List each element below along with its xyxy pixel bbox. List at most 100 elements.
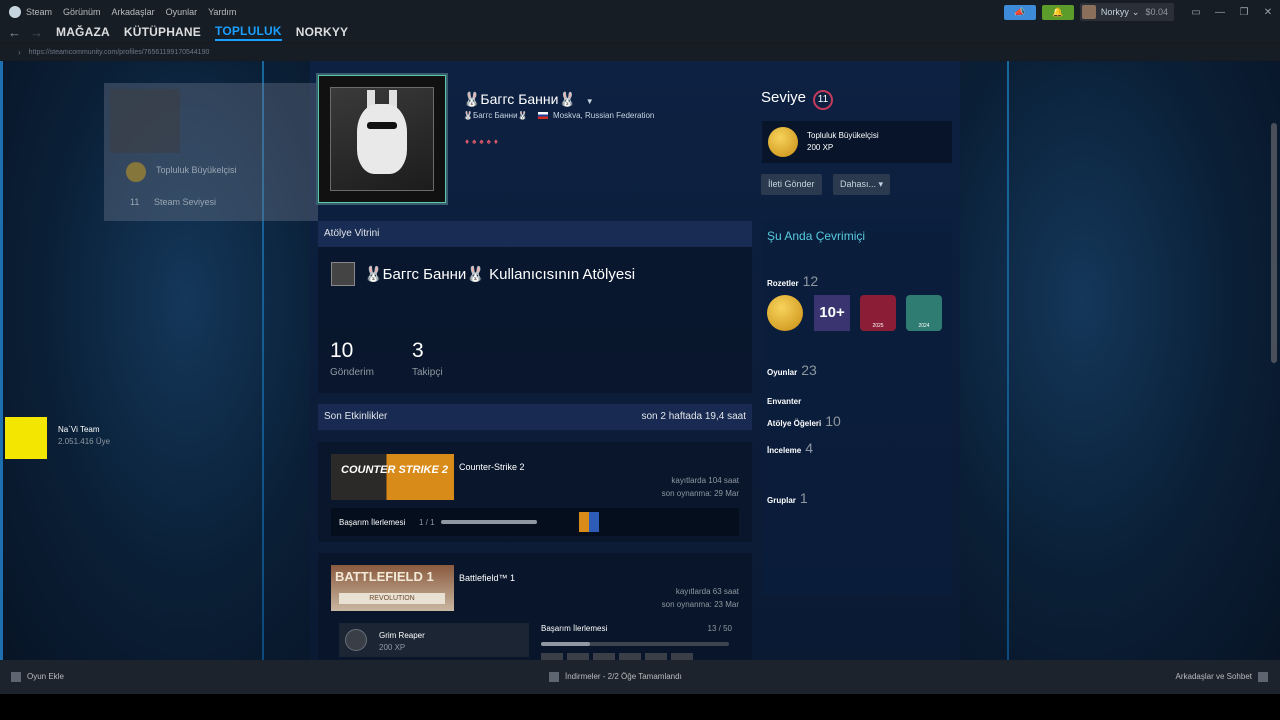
- background-edge: [0, 61, 3, 660]
- game-name[interactable]: Battlefield™ 1: [459, 573, 515, 583]
- url-arrow-icon: ›: [18, 47, 21, 57]
- ghost-avatar: [110, 89, 180, 153]
- achievement-label: Başarım İlerlemesi: [339, 518, 406, 527]
- groups-label: Gruplar: [767, 496, 796, 505]
- years-service-badge[interactable]: 10+: [814, 295, 850, 331]
- groups-link[interactable]: Gruplar 1: [767, 490, 808, 506]
- monitor-icon[interactable]: ▭: [1184, 7, 1208, 18]
- chat-icon: [1258, 672, 1268, 682]
- menu-friends[interactable]: Arkadaşlar: [112, 7, 155, 17]
- menu-steam[interactable]: Steam: [26, 7, 52, 17]
- menu-view[interactable]: Görünüm: [63, 7, 101, 17]
- reviews-link[interactable]: İnceleme 4: [767, 440, 813, 456]
- bell-icon[interactable]: 🔔: [1041, 4, 1074, 20]
- grim-reaper-icon: [345, 629, 367, 651]
- group-members: 2.051.416 Üye: [58, 437, 111, 446]
- achievement-icon[interactable]: [619, 653, 641, 660]
- workshop-title[interactable]: 🐰Баггс Банни🐰 Kullanıcısının Atölyesi: [364, 265, 635, 283]
- minimize-icon[interactable]: —: [1208, 7, 1232, 18]
- recent-activity-title: Son Etkinlikler: [324, 411, 388, 422]
- profile-page: Topluluk Büyükelçisi 11 Steam Seviyesi 🐰…: [0, 61, 1280, 660]
- avatar: [1081, 5, 1096, 19]
- coin-badge-icon[interactable]: [767, 295, 803, 331]
- account-menu[interactable]: Norkyy ⌄ $0.04: [1079, 3, 1174, 21]
- scrollbar-thumb[interactable]: [1271, 123, 1277, 363]
- profile-name[interactable]: 🐰Баггс Банни🐰 ▼: [463, 91, 594, 108]
- steam-2024-badge[interactable]: 2024: [906, 295, 942, 331]
- recent-activity-hours: son 2 haftada 19,4 saat: [641, 411, 746, 422]
- inventory-link[interactable]: Envanter: [767, 397, 801, 406]
- chevron-down-icon: ⌄: [1131, 6, 1140, 17]
- wallet-balance: $0.04: [1145, 7, 1168, 17]
- followers-label: Takipçi: [412, 367, 443, 378]
- profile-real-name: 🐰Баггс Банни🐰: [463, 111, 528, 120]
- achievement-icon[interactable]: [593, 653, 615, 660]
- nav-community[interactable]: TOPLULUK: [215, 24, 282, 41]
- menu-help[interactable]: Yardım: [208, 7, 236, 17]
- online-status: Şu Anda Çevrimiçi: [767, 229, 866, 243]
- workshop-avatar[interactable]: [331, 262, 355, 286]
- friends-chat-label: Arkadaşlar ve Sohbet: [1175, 672, 1253, 682]
- nav-library[interactable]: KÜTÜPHANE: [124, 25, 201, 39]
- background-beam: [1007, 61, 1009, 660]
- footer-bar: Oyun Ekle İndirmeler - 2/2 Öğe Tamamland…: [0, 660, 1280, 694]
- achievement-icon[interactable]: [541, 653, 563, 660]
- workshop-items-link[interactable]: Atölye Öğeleri 10: [767, 413, 841, 429]
- workshop-items-count: 10: [825, 413, 841, 429]
- rare-achievement[interactable]: Grim Reaper 200 XP: [339, 623, 529, 657]
- achievement-progress[interactable]: Başarım İlerlemesi 1 / 1: [331, 508, 739, 536]
- submissions-stat[interactable]: 10 Gönderim: [330, 339, 374, 378]
- sunglasses: [367, 122, 397, 129]
- profile-avatar[interactable]: [316, 73, 448, 205]
- achievement-progress-bar[interactable]: [541, 642, 729, 646]
- game-last-played: son oynanma: 29 Mar: [661, 489, 739, 498]
- game-capsule[interactable]: COUNTER STRIKE 2: [331, 454, 454, 500]
- menu-games[interactable]: Oyunlar: [166, 7, 198, 17]
- group-logo[interactable]: [5, 417, 47, 459]
- rare-achievement-xp: 200 XP: [379, 643, 406, 652]
- downloads-status[interactable]: İndirmeler - 2/2 Öğe Tamamlandı: [549, 672, 682, 682]
- games-link[interactable]: Oyunlar 23: [767, 362, 817, 378]
- forward-arrow-icon[interactable]: →: [30, 25, 44, 40]
- badge-year: 2025: [872, 323, 884, 329]
- achievement-icon[interactable]: [645, 653, 667, 660]
- game-capsule[interactable]: BATTLEFIELD 1 REVOLUTION: [331, 565, 454, 611]
- maximize-icon[interactable]: ❐: [1232, 7, 1256, 18]
- download-icon: [549, 672, 559, 682]
- level-badge[interactable]: 11: [813, 90, 833, 110]
- background-right: [950, 61, 1280, 660]
- nav-store[interactable]: MAĞAZA: [56, 25, 110, 39]
- profile-subline: 🐰Баггс Банни🐰 Moskva, Russian Federation: [463, 111, 654, 120]
- workshop-showcase-header: Atölye Vitrini: [318, 221, 752, 247]
- badges-link[interactable]: Rozetler 12: [767, 273, 818, 289]
- more-button[interactable]: Dahası... ▾: [833, 174, 891, 195]
- megaphone-icon[interactable]: 📣: [1003, 4, 1036, 20]
- groups-count: 1: [799, 490, 808, 506]
- achievement-icon[interactable]: [579, 512, 599, 532]
- chevron-down-icon[interactable]: ▼: [586, 97, 594, 106]
- add-game-button[interactable]: Oyun Ekle: [11, 672, 64, 682]
- url-text[interactable]: https://steamcommunity.com/profiles/7656…: [29, 49, 210, 56]
- steam-2025-badge[interactable]: 2025: [860, 295, 896, 331]
- close-icon[interactable]: ✕: [1256, 7, 1280, 18]
- game-capsule-sublabel: REVOLUTION: [339, 593, 445, 604]
- achievement-icon[interactable]: [671, 653, 693, 660]
- activity-game-cs2: COUNTER STRIKE 2 Counter-Strike 2 kayıtl…: [318, 442, 752, 542]
- level-label: Seviye: [761, 89, 807, 106]
- back-arrow-icon[interactable]: ←: [8, 25, 22, 40]
- game-name[interactable]: Counter-Strike 2: [459, 462, 525, 472]
- achievement-progress-fill: [541, 642, 590, 646]
- bunny-body: [357, 104, 407, 174]
- achievement-icon[interactable]: [567, 653, 589, 660]
- games-label: Oyunlar: [767, 368, 798, 377]
- nav-profile[interactable]: NORKYY: [296, 25, 349, 39]
- favorite-badge[interactable]: Topluluk Büyükelçisi 200 XP: [762, 121, 952, 163]
- friends-chat-button[interactable]: Arkadaşlar ve Sohbet: [1175, 672, 1268, 682]
- favorite-badge-xp: 200 XP: [807, 143, 834, 152]
- group-name[interactable]: Na`Vi Team: [58, 425, 100, 434]
- followers-stat[interactable]: 3 Takipçi: [412, 339, 443, 378]
- send-message-button[interactable]: İleti Gönder: [761, 174, 822, 195]
- achievement-progress-fill: [441, 520, 537, 524]
- ghost-level-num: 11: [130, 197, 140, 207]
- mini-profile-ghost: Topluluk Büyükelçisi 11 Steam Seviyesi: [104, 83, 318, 221]
